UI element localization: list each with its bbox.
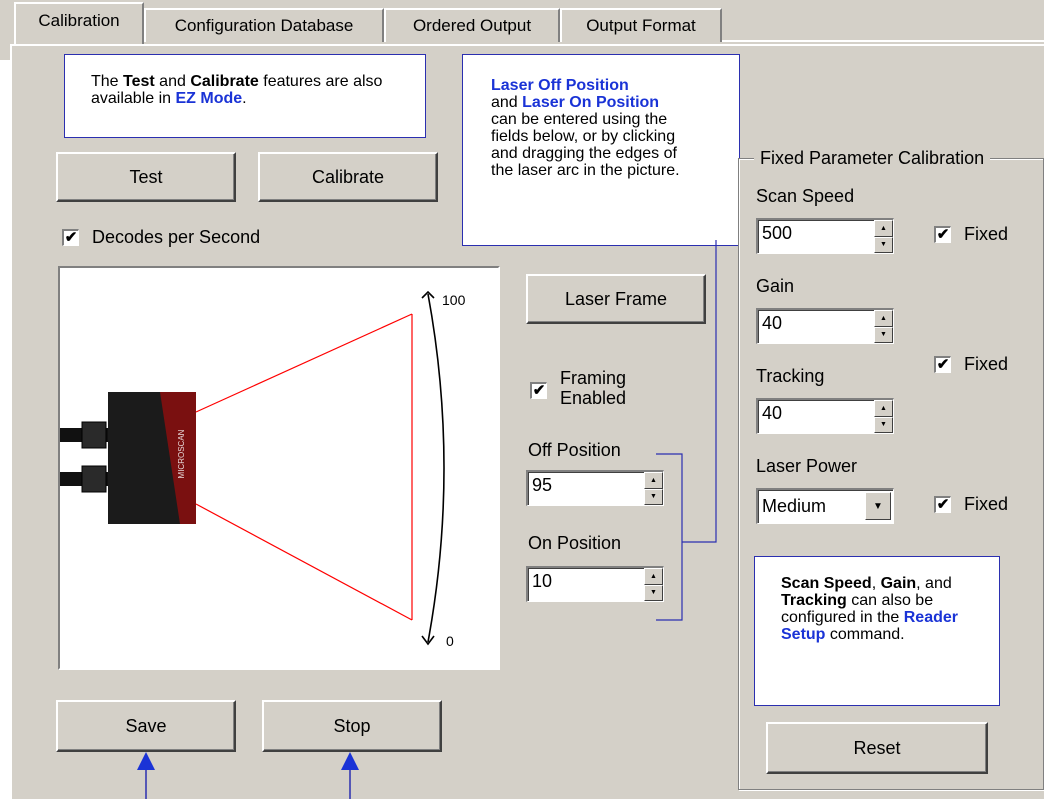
callout-text: and xyxy=(154,73,191,90)
button-label: Test xyxy=(129,166,163,187)
laser-on-position-link[interactable]: Laser On Position xyxy=(522,94,659,111)
spin-down-icon[interactable]: ▼ xyxy=(874,416,893,433)
tab-label: Ordered Output xyxy=(412,16,532,35)
scan-speed-fixed-checkbox[interactable]: ✔ xyxy=(934,226,951,243)
fixed-parameter-group-title: Fixed Parameter Calibration xyxy=(754,148,991,169)
laser-arc-picture[interactable]: MICROSCAN 100 0 xyxy=(58,266,500,670)
gain-field[interactable]: 40 ▲ ▼ xyxy=(756,308,894,344)
tracking-fixed-checkbox[interactable]: ✔ xyxy=(934,356,951,373)
callout-test-calibrate: The Test and Calibrate features are also… xyxy=(64,54,426,138)
button-label: Calibrate xyxy=(311,166,385,187)
off-position-value: 95 xyxy=(532,475,553,495)
spin-down-icon[interactable]: ▼ xyxy=(874,236,893,253)
gain-value: 40 xyxy=(762,313,783,333)
callout-bold-calibrate: Calibrate xyxy=(190,73,259,90)
laser-arc[interactable] xyxy=(427,293,445,643)
test-button[interactable]: Test xyxy=(56,152,236,202)
tracking-field[interactable]: 40 ▲ ▼ xyxy=(756,398,894,434)
framing-enabled-checkbox[interactable]: ✔ xyxy=(530,382,547,399)
scan-speed-fixed-label: Fixed xyxy=(964,224,1009,244)
spin-up-icon[interactable]: ▲ xyxy=(874,400,893,417)
off-position-label: Off Position xyxy=(528,440,621,460)
save-button[interactable]: Save xyxy=(56,700,236,752)
dropdown-arrow-icon[interactable]: ▼ xyxy=(865,492,891,520)
callout-laser-positions: Laser Off Position and Laser On Position… xyxy=(462,54,740,246)
arc-label-bottom: 0 xyxy=(446,633,454,649)
stop-button[interactable]: Stop xyxy=(262,700,442,752)
stop-arrowhead-icon xyxy=(341,752,359,770)
spin-up-icon[interactable]: ▲ xyxy=(874,220,893,237)
ez-mode-link[interactable]: EZ Mode xyxy=(176,90,243,107)
scan-speed-label: Scan Speed xyxy=(756,186,855,206)
laser-power-select[interactable]: Medium ▼ xyxy=(756,488,894,524)
tab-ordered-output[interactable]: Ordered Output xyxy=(384,8,560,42)
tracking-spinner[interactable]: ▲ ▼ xyxy=(874,400,893,433)
callout-bold-test: Test xyxy=(123,73,155,90)
callout-text: The xyxy=(91,73,124,90)
tab-label: Output Format xyxy=(586,16,696,35)
connector-bottom xyxy=(81,465,107,493)
spin-up-icon[interactable]: ▲ xyxy=(874,310,893,327)
decodes-per-second-checkbox[interactable]: ✔ xyxy=(62,229,79,246)
callout-reader-setup: Scan Speed, Gain, and Tracking can also … xyxy=(754,556,1000,706)
laser-power-fixed-label: Fixed xyxy=(964,494,1009,514)
tab-label: Calibration xyxy=(38,11,120,30)
tab-label: Configuration Database xyxy=(174,16,354,35)
callout-text: , and xyxy=(916,575,952,592)
laser-diagram: MICROSCAN 100 0 xyxy=(60,290,466,649)
on-position-label: On Position xyxy=(528,533,622,553)
button-label: Stop xyxy=(333,715,371,736)
off-position-field[interactable]: 95 ▲ ▼ xyxy=(526,470,664,506)
laser-power-label: Laser Power xyxy=(756,456,858,476)
callout-bold-gain: Gain xyxy=(880,575,917,592)
callout-bracket xyxy=(656,240,717,621)
calibrate-button[interactable]: Calibrate xyxy=(258,152,438,202)
callout-text: and xyxy=(491,94,523,111)
callout-text: . xyxy=(242,90,247,107)
gain-label: Gain xyxy=(756,276,795,296)
callout-text: can be entered using the fields below, o… xyxy=(491,111,680,179)
button-label: Save xyxy=(125,715,167,736)
tab-strip-edge xyxy=(722,40,1044,42)
on-position-value: 10 xyxy=(532,571,553,591)
scanner-device-icon: MICROSCAN xyxy=(108,392,196,524)
gain-spinner[interactable]: ▲ ▼ xyxy=(874,310,893,343)
laser-power-fixed-checkbox[interactable]: ✔ xyxy=(934,496,951,513)
tracking-fixed-label: Fixed xyxy=(964,354,1009,374)
scan-speed-field[interactable]: 500 ▲ ▼ xyxy=(756,218,894,254)
laser-lower-beam xyxy=(195,503,413,621)
save-arrowhead-icon xyxy=(137,752,155,770)
laser-off-position-link[interactable]: Laser Off Position xyxy=(491,77,629,94)
laser-upper-beam xyxy=(195,313,413,413)
scan-speed-spinner[interactable]: ▲ ▼ xyxy=(874,220,893,253)
tracking-label: Tracking xyxy=(756,366,825,386)
spin-down-icon[interactable]: ▼ xyxy=(874,326,893,343)
device-brand-text: MICROSCAN xyxy=(177,429,186,478)
callout-bold-tracking: Tracking xyxy=(781,592,847,609)
pointer-arrows xyxy=(137,752,359,799)
framing-enabled-label: Framing Enabled xyxy=(560,368,626,408)
decodes-per-second-label: Decodes per Second xyxy=(92,227,261,247)
arc-label-top: 100 xyxy=(442,292,466,308)
tab-configuration-database[interactable]: Configuration Database xyxy=(144,8,384,42)
tab-calibration[interactable]: Calibration xyxy=(14,2,144,44)
button-label: Reset xyxy=(853,737,901,758)
framing-label-line1: Framing xyxy=(560,368,627,388)
tab-output-format[interactable]: Output Format xyxy=(560,8,722,42)
framing-label-line2: Enabled xyxy=(560,388,627,408)
laser-power-value: Medium xyxy=(762,496,827,516)
tracking-value: 40 xyxy=(762,403,783,423)
callout-text: , xyxy=(871,575,881,592)
scan-speed-value: 500 xyxy=(762,223,793,243)
connector-top xyxy=(81,421,107,449)
on-position-field[interactable]: 10 ▲ ▼ xyxy=(526,566,664,602)
callout-text: command. xyxy=(825,626,905,643)
reset-button[interactable]: Reset xyxy=(766,722,988,774)
callout-bold-scan-speed: Scan Speed xyxy=(781,575,872,592)
